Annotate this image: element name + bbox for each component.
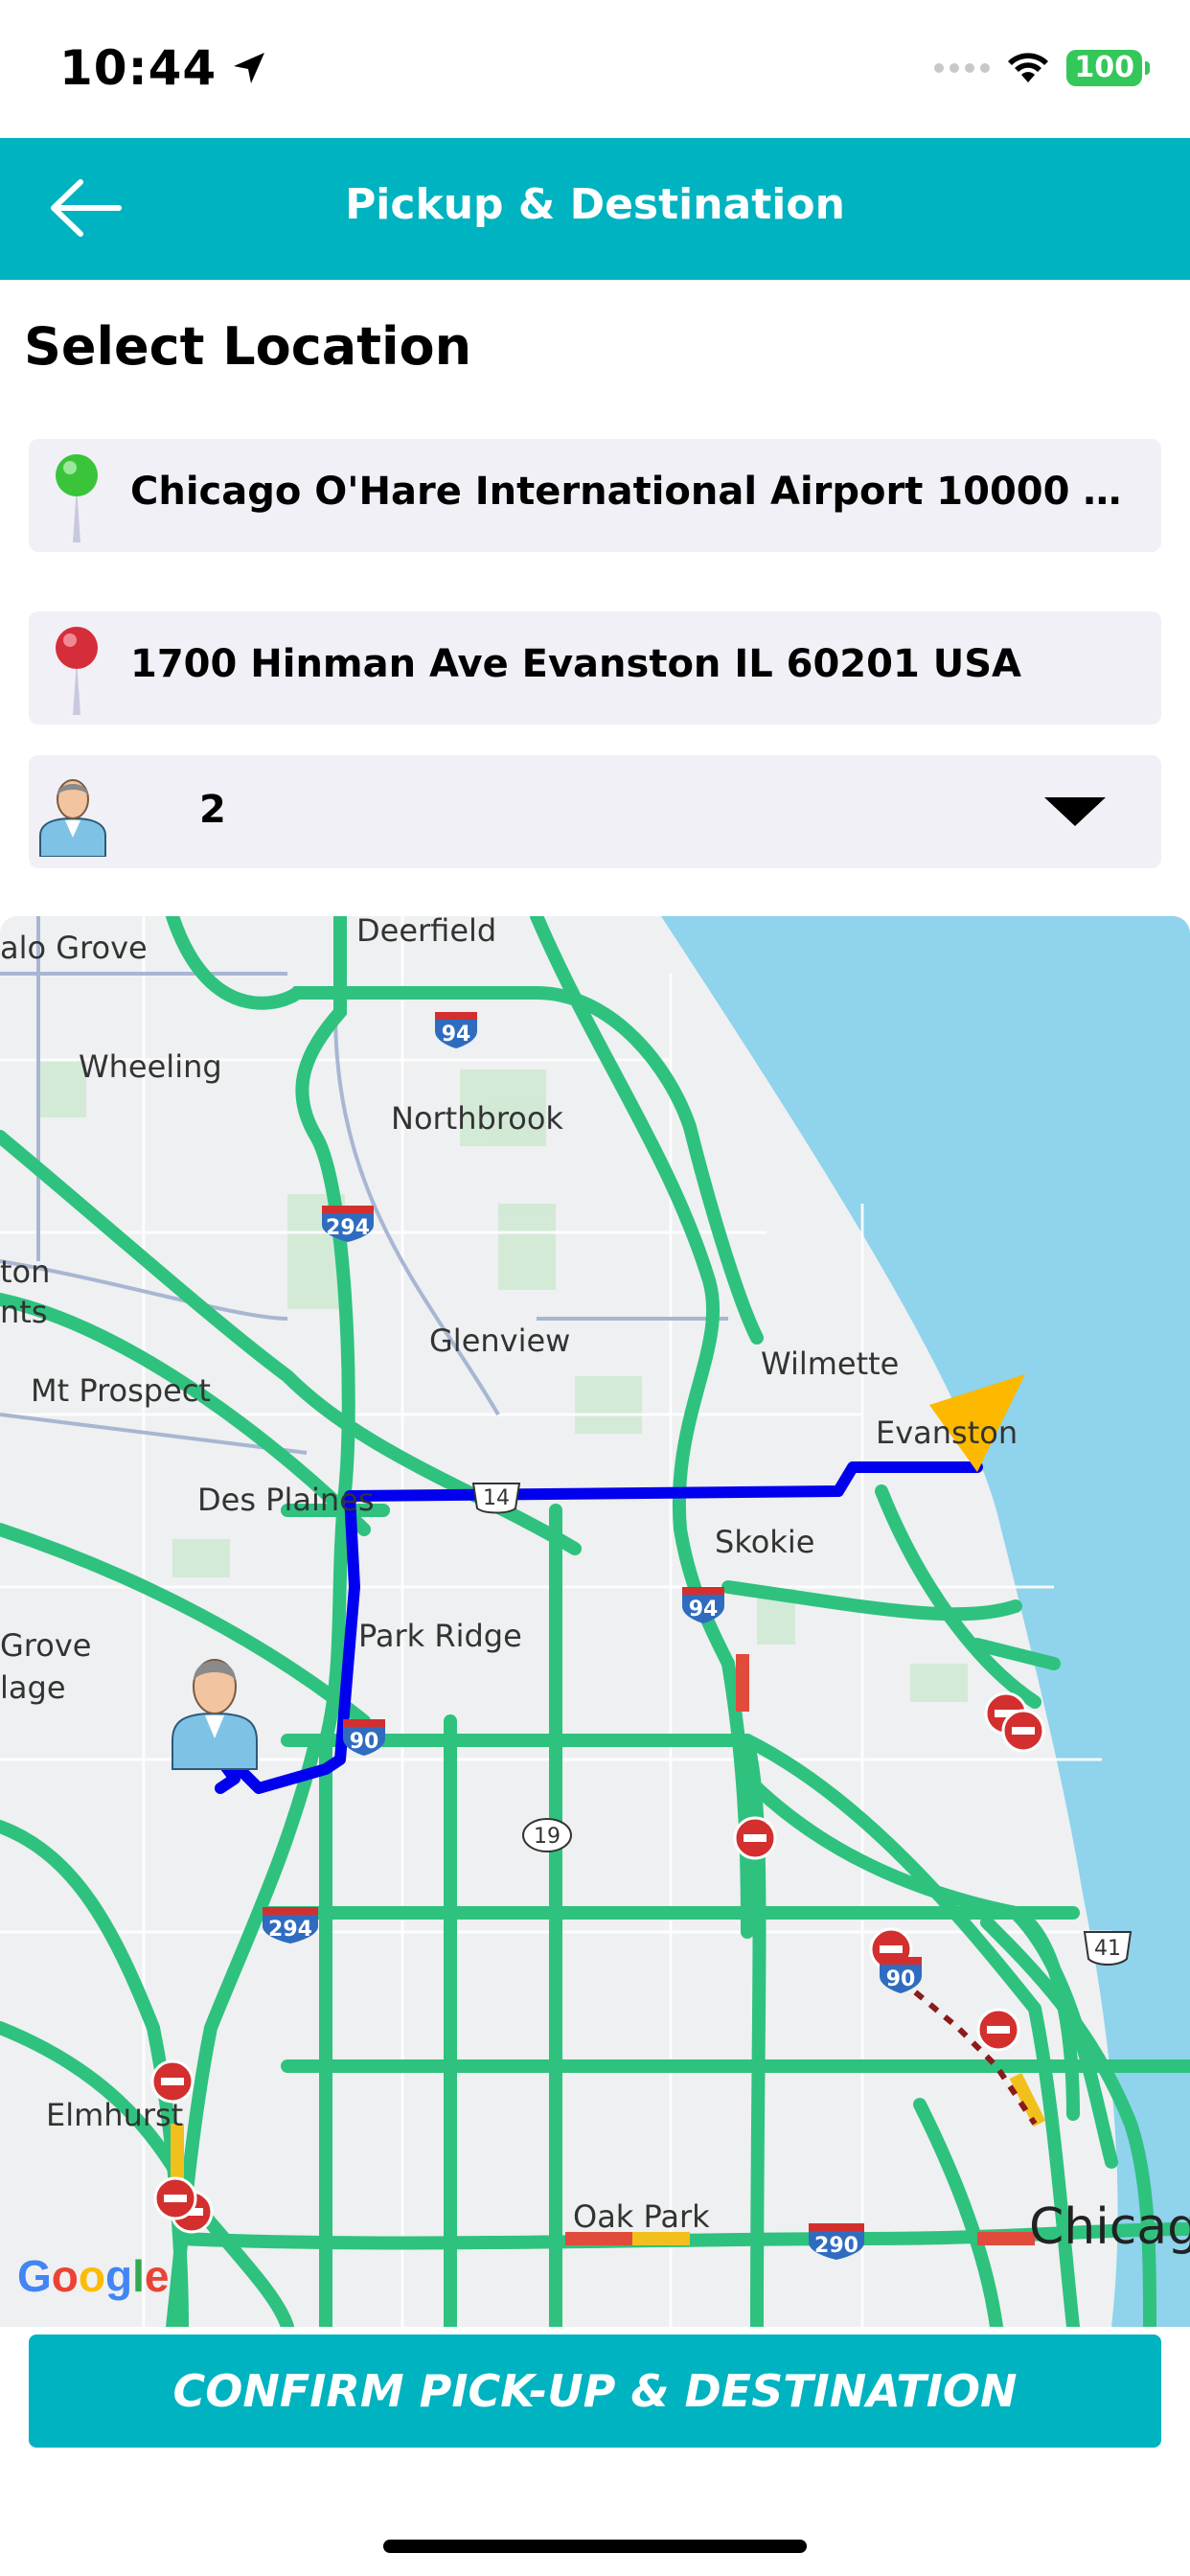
- passenger-count: 2: [199, 788, 226, 832]
- us19-shield: 19: [522, 1818, 572, 1852]
- map-label-arlington-top: ton: [0, 1254, 51, 1290]
- map-label-glenview: Glenview: [429, 1322, 571, 1359]
- map-label-skokie: Skokie: [715, 1524, 815, 1560]
- svg-text:294: 294: [268, 1918, 312, 1942]
- google-logo: Google: [17, 2251, 170, 2301]
- clock: 10:44: [59, 40, 217, 96]
- status-time-row: 10:44: [59, 40, 268, 96]
- i290-shield: 290: [809, 2223, 864, 2260]
- svg-text:294: 294: [326, 1216, 370, 1240]
- red-pin-icon: [56, 627, 98, 715]
- passenger-avatar-icon: [39, 779, 106, 857]
- cellular-signal-icon: [934, 63, 991, 73]
- i294-north-shield: 294: [322, 1206, 374, 1242]
- map-label-evanston: Evanston: [876, 1414, 1018, 1451]
- i94-south-shield: 94: [682, 1587, 724, 1623]
- page-title: Pickup & Destination: [345, 180, 845, 229]
- pickup-location-field[interactable]: Chicago O'Hare International Airport 100…: [29, 439, 1161, 552]
- app-header: Pickup & Destination: [0, 138, 1190, 280]
- svg-text:90: 90: [350, 1730, 379, 1754]
- pickup-person-marker: [172, 1659, 258, 1770]
- us14-shield: 14: [471, 1483, 521, 1514]
- destination-location-field[interactable]: 1700 Hinman Ave Evanston IL 60201 USA: [29, 611, 1161, 724]
- map-label-oak-park: Oak Park: [573, 2198, 710, 2235]
- svg-text:94: 94: [442, 1023, 471, 1046]
- destination-address: 1700 Hinman Ave Evanston IL 60201 USA: [130, 642, 1021, 686]
- chevron-down-icon: [1044, 797, 1106, 826]
- route-map[interactable]: 94 294 14 94 90 19 294 90 41 290 Deerfie…: [0, 916, 1190, 2327]
- svg-text:90: 90: [886, 1967, 916, 1991]
- home-indicator[interactable]: [383, 2540, 807, 2553]
- confirm-pickup-destination-button[interactable]: CONFIRM PICK-UP & DESTINATION: [29, 2334, 1161, 2448]
- svg-text:290: 290: [814, 2234, 858, 2258]
- wifi-icon: [1008, 53, 1049, 82]
- map-label-northbrook: Northbrook: [391, 1100, 563, 1137]
- pickup-address: Chicago O'Hare International Airport 100…: [130, 470, 1146, 514]
- green-pin-icon: [56, 454, 98, 542]
- map-label-buffalo-grove: alo Grove: [0, 930, 148, 966]
- map-label-park-ridge: Park Ridge: [358, 1618, 522, 1654]
- i94-north-shield: 94: [435, 1012, 477, 1048]
- status-bar: 10:44 100: [0, 0, 1190, 138]
- status-indicators: 100: [934, 50, 1150, 86]
- map-label-mt-prospect: Mt Prospect: [31, 1372, 211, 1409]
- map-label-chicago: Chicag: [1029, 2198, 1190, 2256]
- map-label-elk-grove-top: Grove: [0, 1627, 92, 1664]
- map-label-elk-grove-bottom: lage: [0, 1669, 66, 1706]
- i90-east-shield: 90: [880, 1957, 922, 1993]
- map-label-des-plaines: Des Plaines: [197, 1482, 375, 1518]
- map-label-wilmette: Wilmette: [761, 1346, 900, 1382]
- svg-text:14: 14: [483, 1486, 510, 1510]
- location-arrow-icon: [234, 53, 265, 83]
- section-title: Select Location: [24, 316, 472, 377]
- map-label-deerfield: Deerfield: [356, 916, 497, 949]
- us41-shield: 41: [1083, 1931, 1133, 1966]
- svg-text:19: 19: [534, 1825, 561, 1849]
- i294-south-shield: 294: [263, 1907, 318, 1944]
- battery-icon: 100: [1066, 50, 1150, 86]
- map-label-elmhurst: Elmhurst: [46, 2097, 184, 2133]
- svg-text:94: 94: [689, 1598, 719, 1622]
- map-label-wheeling: Wheeling: [79, 1048, 222, 1085]
- svg-text:41: 41: [1094, 1937, 1121, 1961]
- map-label-arlington-bottom: nts: [0, 1294, 48, 1330]
- passenger-count-select[interactable]: 2: [29, 755, 1161, 868]
- i90-shield: 90: [343, 1719, 385, 1756]
